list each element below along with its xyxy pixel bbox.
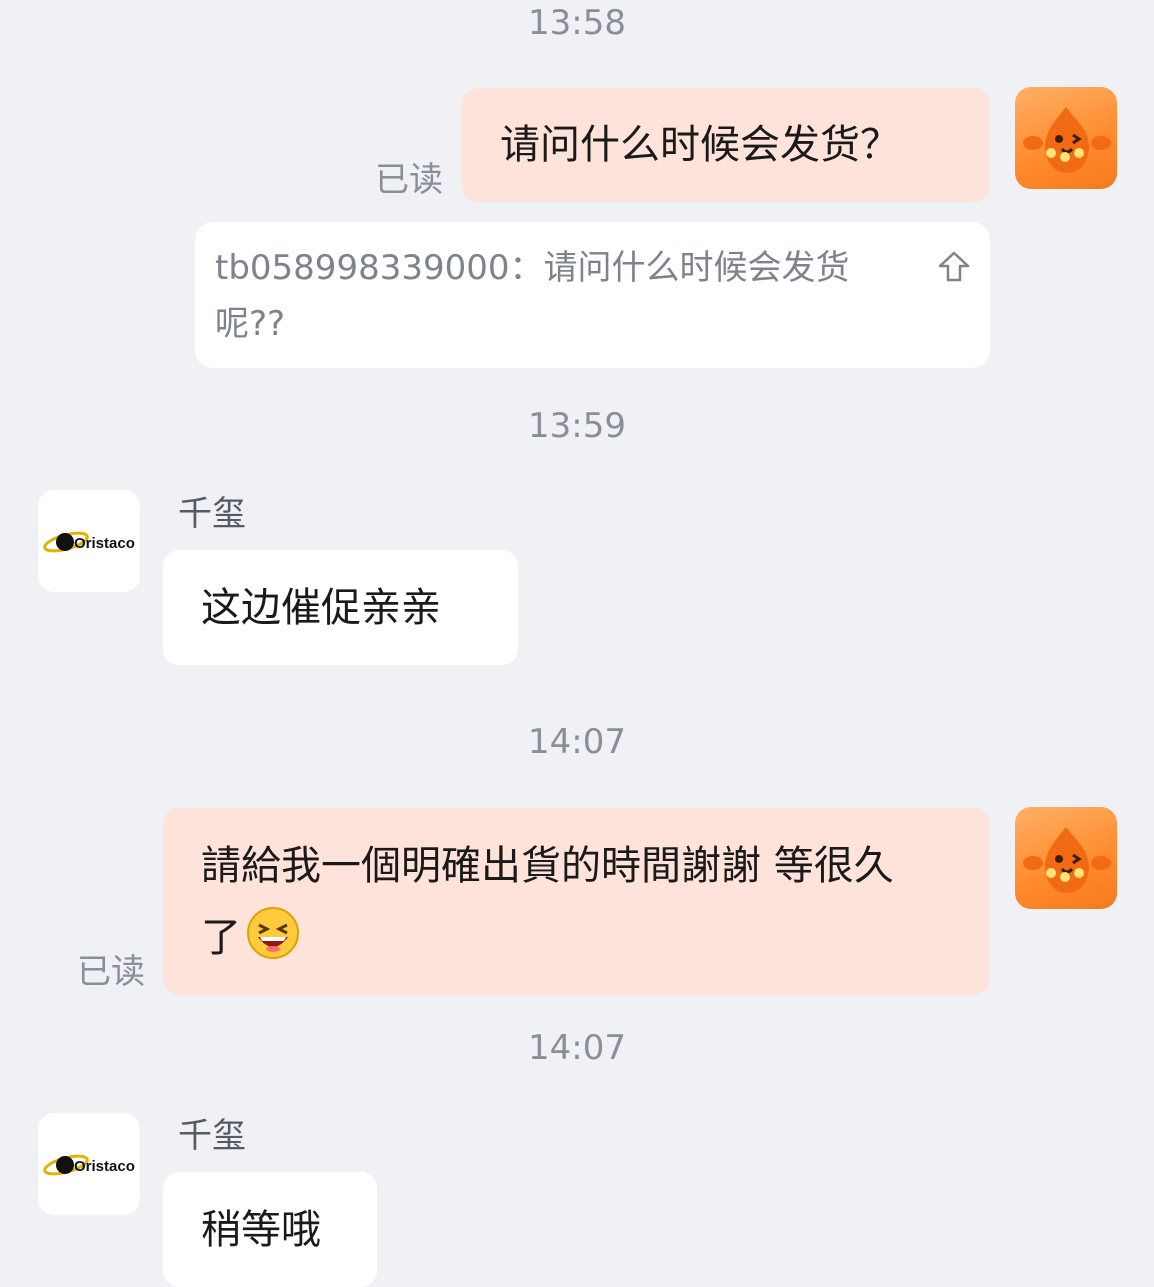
- outgoing-message-bubble[interactable]: 请问什么时候会发货？: [462, 88, 990, 202]
- shop-logo-text: Oristaco: [74, 1158, 135, 1175]
- user-avatar[interactable]: [1015, 87, 1117, 189]
- incoming-message-bubble[interactable]: 稍等哦: [163, 1172, 377, 1287]
- message-text: 稍等哦: [201, 1207, 321, 1253]
- quoted-message-text: tb058998339000：请问什么时候会发货呢??: [215, 248, 850, 344]
- orange-mascot-icon: [1023, 827, 1111, 893]
- timestamp: 14:07: [528, 1028, 626, 1068]
- shop-logo-text: Oristaco: [74, 535, 135, 552]
- orange-mascot-icon: [1023, 107, 1111, 173]
- quoted-message-card[interactable]: tb058998339000：请问什么时候会发货呢??: [195, 222, 990, 368]
- read-status: 已读: [375, 160, 443, 200]
- timestamp: 13:59: [528, 406, 626, 446]
- incoming-message-bubble[interactable]: 这边催促亲亲: [163, 550, 518, 665]
- message-text: 请问什么时候会发货？: [500, 122, 900, 168]
- user-avatar[interactable]: [1015, 807, 1117, 909]
- oristaco-logo-icon: Oristaco: [43, 1154, 135, 1176]
- laughing-emoji-icon: [245, 905, 301, 984]
- oristaco-logo-icon: Oristaco: [43, 531, 135, 553]
- timestamp: 14:07: [528, 722, 626, 762]
- sender-name: 千玺: [178, 1116, 246, 1156]
- read-status: 已读: [77, 952, 145, 992]
- message-text: 这边催促亲亲: [201, 585, 441, 631]
- sender-name: 千玺: [178, 494, 246, 534]
- timestamp: 13:58: [528, 3, 626, 43]
- collapse-up-icon[interactable]: [936, 248, 972, 284]
- shop-avatar[interactable]: Oristaco: [38, 1113, 140, 1215]
- message-text: 請給我一個明確出貨的時間謝謝 等很久了: [201, 843, 894, 961]
- outgoing-message-bubble[interactable]: 請給我一個明確出貨的時間謝謝 等很久了: [163, 808, 990, 995]
- shop-avatar[interactable]: Oristaco: [38, 490, 140, 592]
